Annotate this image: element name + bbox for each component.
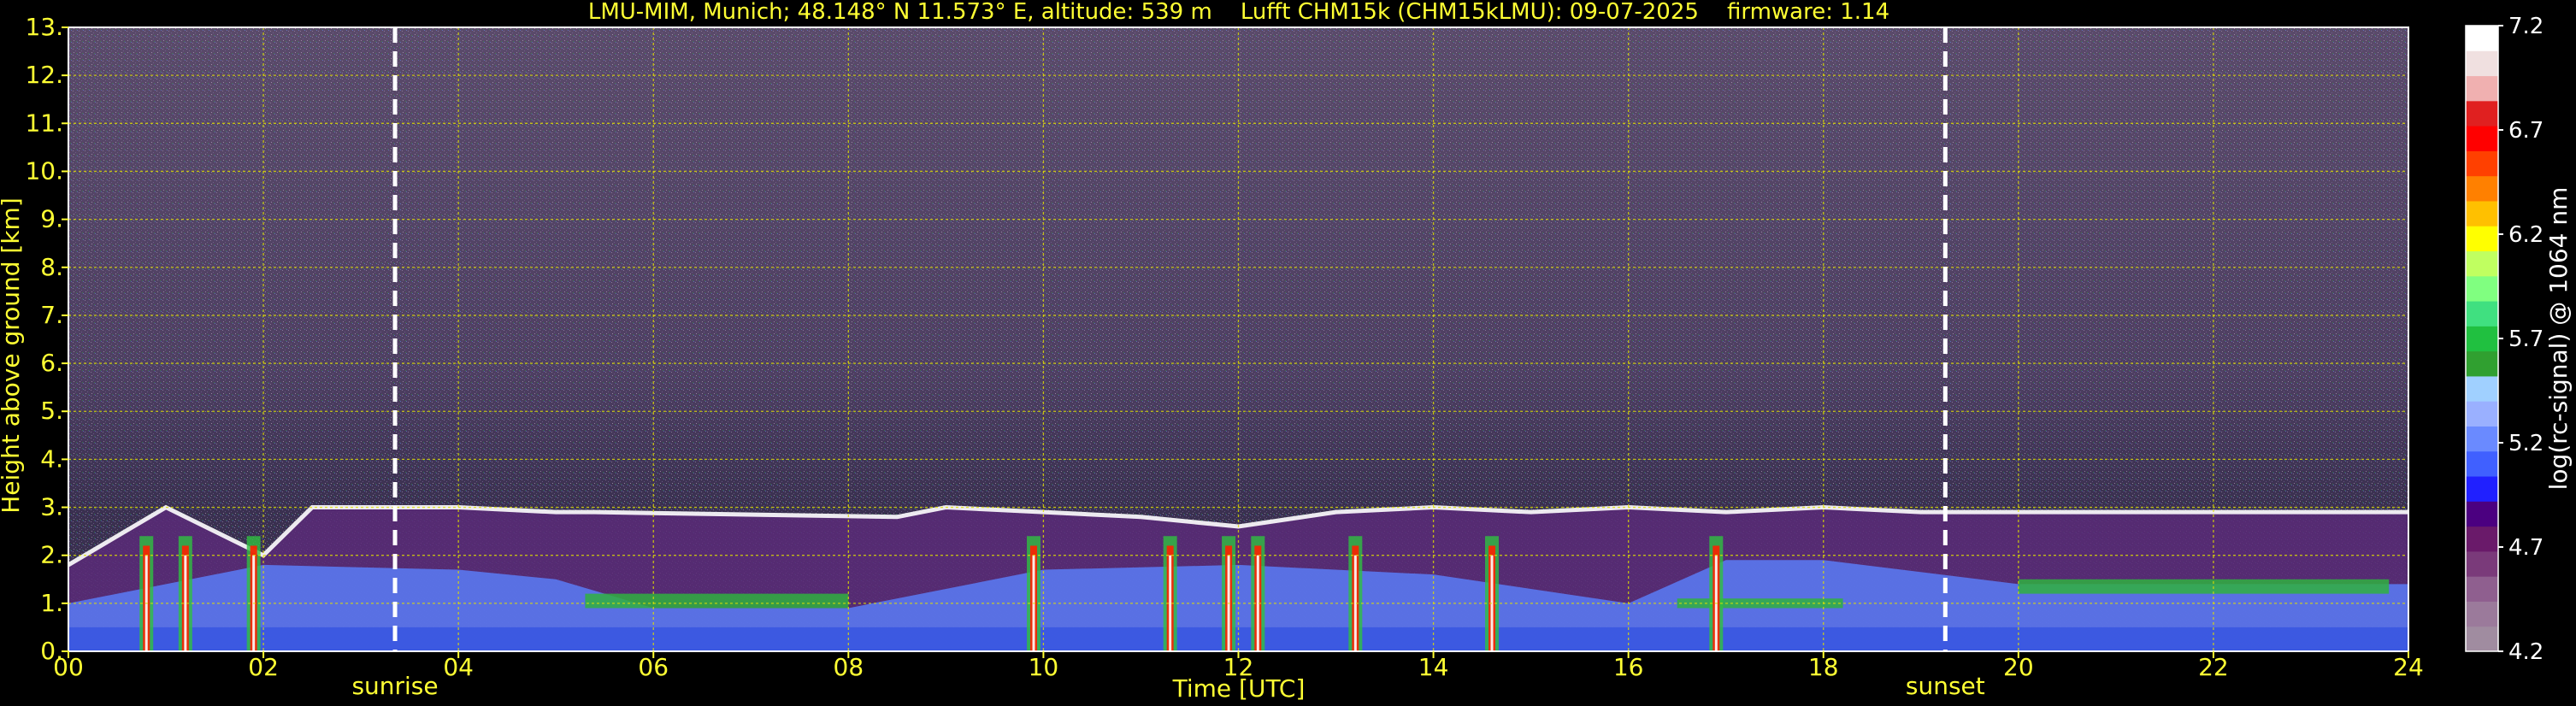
plume-core (1169, 555, 1172, 651)
y-tick-label: 11. (25, 109, 63, 137)
y-axis-label: Height above ground [km] (0, 197, 25, 514)
y-tick-label: 5. (40, 397, 63, 425)
colorbar-segment (2466, 401, 2498, 427)
colorbar-label: log(rc-signal) @ 1064 nm (2544, 187, 2573, 491)
colorbar-segment (2466, 476, 2498, 502)
y-tick-label: 6. (40, 349, 63, 377)
x-tick-label: 02 (248, 653, 279, 681)
x-axis-label: Time [UTC] (1172, 674, 1306, 703)
x-tick-label: 04 (443, 653, 474, 681)
y-tick-label: 3. (40, 493, 63, 521)
sun-event-label: sunset (1906, 672, 1985, 700)
colorbar-segment (2466, 100, 2498, 126)
colorbar-tick-label: 5.7 (2508, 327, 2544, 352)
x-tick-label: 18 (1808, 653, 1839, 681)
colorbar-segment (2466, 526, 2498, 552)
colorbar-segment (2466, 200, 2498, 227)
colorbar-segment (2466, 301, 2498, 327)
colorbar-segment (2466, 601, 2498, 627)
colorbar-segment (2466, 75, 2498, 102)
x-tick-label: 16 (1613, 653, 1644, 681)
colorbar-segment (2466, 501, 2498, 527)
colorbar-segment (2466, 226, 2498, 252)
chart-title: LMU-MIM, Munich; 48.148° N 11.573° E, al… (588, 0, 1889, 25)
y-tick-label: 10. (25, 156, 63, 185)
plume-core (184, 555, 187, 651)
colorbar-segment (2466, 26, 2498, 51)
colorbar-segment (2466, 275, 2498, 302)
colorbar-segment (2466, 326, 2498, 352)
colorbar-segment (2466, 375, 2498, 402)
colorbar-segment (2466, 576, 2498, 602)
colorbar-segment (2466, 626, 2498, 652)
y-axis-ticks: 0. 1. 2. 3. 4. 5. 6. 7. 8. 9. 10. 11. 12. 13. (25, 13, 68, 665)
colorbar-tick-label: 7.2 (2508, 14, 2544, 39)
colorbar-tick-label: 6.2 (2508, 222, 2544, 248)
colorbar-segment (2466, 350, 2498, 377)
colorbar-segment (2466, 50, 2498, 77)
x-tick-label: 24 (2393, 653, 2424, 681)
x-tick-label: 10 (1029, 653, 1059, 681)
y-tick-label: 2. (40, 541, 63, 569)
residual-layer-band (585, 593, 849, 609)
sun-annotations: sunrise sunset (351, 672, 1984, 700)
colorbar-tick-label: 6.7 (2508, 118, 2544, 144)
ceilometer-chart: 00 02 04 06 08 10 12 14 16 18 20 22 24 0.1.2.3.4.5.6… (0, 0, 2573, 703)
y-tick-label: 0. (40, 637, 63, 665)
y-tick-label: 7. (40, 301, 63, 329)
colorbar-tick-label: 4.7 (2508, 535, 2544, 561)
colorbar-tick-label: 5.2 (2508, 431, 2544, 456)
colorbar-segment (2466, 175, 2498, 202)
x-tick-label: 22 (2198, 653, 2229, 681)
x-tick-label: 20 (2003, 653, 2034, 681)
colorbar-segment (2466, 150, 2498, 177)
y-tick-label: 8. (40, 253, 63, 281)
y-tick-label: 12. (25, 61, 63, 89)
y-tick-label: 9. (40, 205, 63, 233)
residual-layer-band (2018, 579, 2390, 594)
colorbar: 4.2 4.7 5.2 5.7 6.2 6.7 7.2 (2465, 14, 2544, 665)
colorbar-segment (2466, 250, 2498, 277)
colorbar-segment (2466, 450, 2498, 477)
x-tick-label: 08 (834, 653, 864, 681)
x-tick-label: 14 (1418, 653, 1449, 681)
sun-event-label: sunrise (351, 672, 438, 700)
colorbar-segment (2466, 550, 2498, 577)
colorbar-tick-label: 4.2 (2508, 639, 2544, 665)
colorbar-segment (2466, 126, 2498, 151)
colorbar-segment (2466, 426, 2498, 452)
x-tick-label: 06 (638, 653, 669, 681)
y-tick-label: 1. (40, 589, 63, 617)
y-tick-label: 4. (40, 444, 63, 473)
y-tick-label: 13. (25, 13, 63, 41)
